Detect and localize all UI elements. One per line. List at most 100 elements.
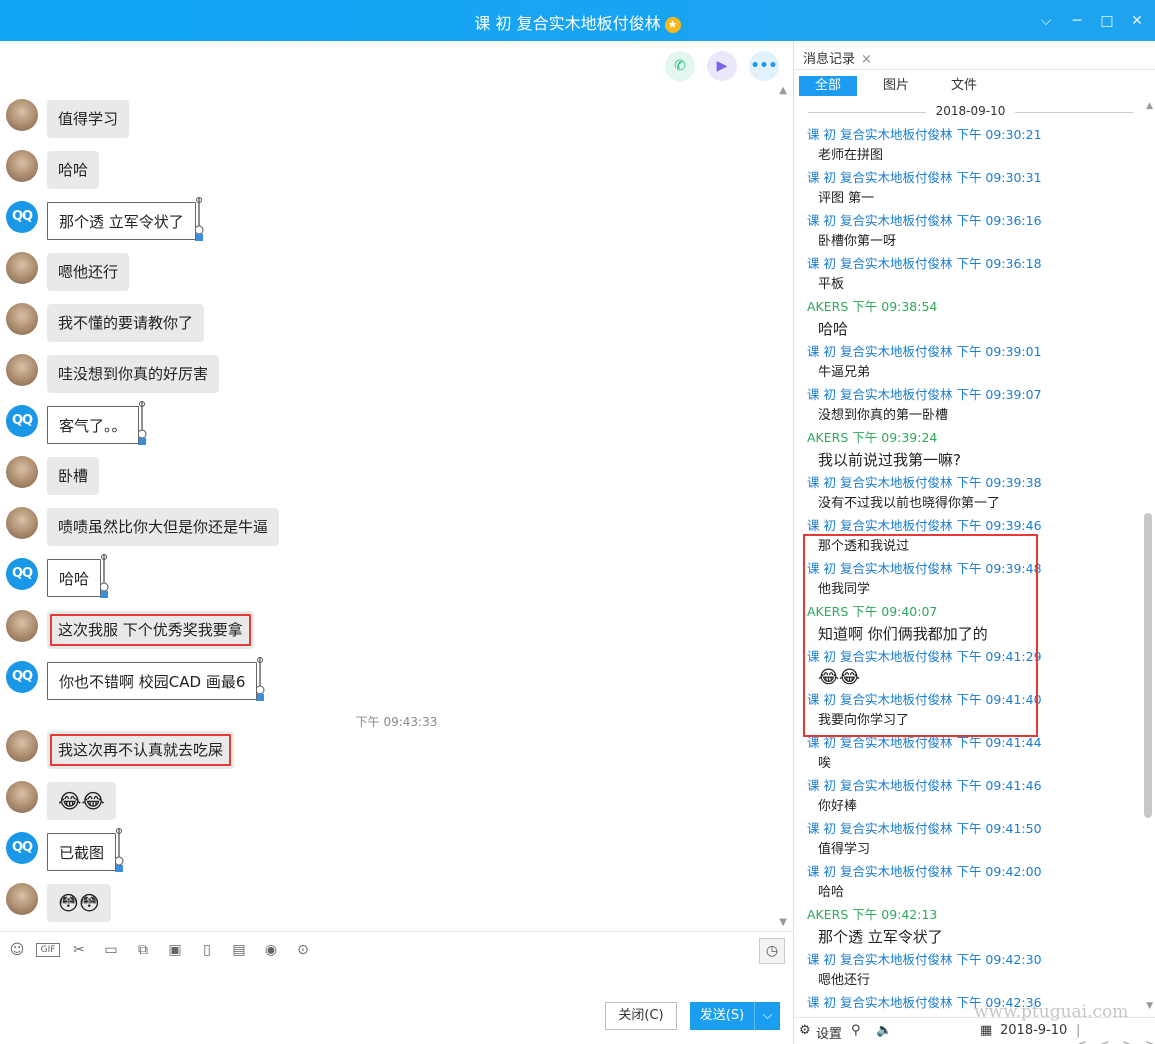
record-sender[interactable]: 课 初 复合实木地板付俊林 bbox=[807, 170, 952, 185]
chat-scroll-down[interactable]: ▼ bbox=[779, 917, 787, 928]
contact-avatar[interactable] bbox=[6, 456, 38, 488]
next-page-icon[interactable]: > bbox=[1122, 1038, 1133, 1044]
scissors-icon[interactable]: ✂ bbox=[66, 939, 92, 961]
close-tab-icon[interactable]: × bbox=[861, 52, 872, 67]
filter-tab[interactable]: 图片 bbox=[867, 76, 925, 96]
message-bubble[interactable]: 我这次再不认真就去吃屎 bbox=[47, 731, 235, 769]
record-header: 课 初 复合实木地板付俊林 下午 09:30:21 bbox=[794, 124, 1139, 145]
record-sender[interactable]: AKERS bbox=[807, 299, 848, 314]
message-row: QQ 那个透 立军令状了 bbox=[6, 197, 208, 242]
record-sender[interactable]: AKERS bbox=[807, 430, 848, 445]
record-sender[interactable]: 课 初 复合实木地板付俊林 bbox=[807, 649, 952, 664]
message-bubble[interactable]: 嗯他还行 bbox=[47, 253, 130, 291]
contact-avatar[interactable] bbox=[6, 354, 38, 386]
message-bubble[interactable]: 卧槽 bbox=[47, 457, 100, 495]
voice-call-button[interactable]: ✆ bbox=[665, 51, 695, 81]
contact-avatar[interactable] bbox=[6, 730, 38, 762]
record-sender[interactable]: 课 初 复合实木地板付俊林 bbox=[807, 778, 952, 793]
message-bubble[interactable]: 这次我服 下个优秀奖我要拿 bbox=[47, 611, 254, 649]
contact-avatar[interactable] bbox=[6, 150, 38, 182]
message-bubble[interactable]: 哇没想到你真的好厉害 bbox=[47, 355, 220, 393]
qq-avatar[interactable]: QQ bbox=[6, 201, 38, 233]
calendar-icon[interactable]: ▦ bbox=[980, 1023, 992, 1038]
last-page-icon[interactable]: >| bbox=[1145, 1038, 1155, 1044]
files-icon[interactable]: ⧉ bbox=[130, 939, 156, 961]
record-sender[interactable]: 课 初 复合实木地板付俊林 bbox=[807, 735, 952, 750]
folder-icon[interactable]: ▭ bbox=[98, 939, 124, 961]
emoji-icon[interactable]: ☺ bbox=[4, 939, 30, 961]
record-sender[interactable]: 课 初 复合实木地板付俊林 bbox=[807, 561, 952, 576]
record-sender[interactable]: AKERS bbox=[807, 907, 848, 922]
message-bubble[interactable]: 啧啧虽然比你大但是你还是牛逼 bbox=[47, 508, 280, 546]
message-bubble[interactable]: 客气了。。 bbox=[47, 406, 139, 444]
record-sender[interactable]: 课 初 复合实木地板付俊林 bbox=[807, 864, 952, 879]
message-bubble[interactable]: 😳😳 bbox=[47, 884, 111, 922]
close-window-button[interactable]: ✕ bbox=[1128, 12, 1146, 30]
tab-message-records[interactable]: 消息记录 × bbox=[803, 48, 872, 67]
contact-avatar[interactable] bbox=[6, 883, 38, 915]
qq-avatar[interactable]: QQ bbox=[6, 832, 38, 864]
message-bubble[interactable]: 😂😂 bbox=[47, 782, 116, 820]
record-text: 没想到你真的第一卧槽 bbox=[818, 408, 949, 423]
qq-avatar[interactable]: QQ bbox=[6, 405, 38, 437]
panel-scroll-up[interactable]: ▲ bbox=[1146, 101, 1153, 111]
message-bubble[interactable]: 我不懂的要请教你了 bbox=[47, 304, 205, 342]
message-bubble[interactable]: 哈哈 bbox=[47, 559, 102, 597]
minimize-button[interactable]: ─ bbox=[1068, 12, 1086, 30]
panel-scrollbar[interactable] bbox=[1144, 513, 1152, 818]
record-sender[interactable]: 课 初 复合实木地板付俊林 bbox=[807, 518, 952, 533]
contact-avatar[interactable] bbox=[6, 252, 38, 284]
prev-page-icon[interactable]: < bbox=[1099, 1038, 1110, 1044]
record-sender[interactable]: 课 初 复合实木地板付俊林 bbox=[807, 952, 952, 967]
qq-avatar[interactable]: QQ bbox=[6, 558, 38, 590]
contact-avatar[interactable] bbox=[6, 781, 38, 813]
dropdown-window-button[interactable]: ⌵ bbox=[1037, 12, 1055, 30]
record-sender[interactable]: AKERS bbox=[807, 604, 848, 619]
more-icon[interactable]: ⊙ bbox=[290, 939, 316, 961]
settings-label[interactable]: 设置 bbox=[816, 1023, 842, 1042]
chat-area[interactable]: ✆ ▶ ••• ▲ 值得学习哈哈 QQ 那个透 立军令状了 嗯他还行我不懂的要请教你了… bbox=[0, 41, 793, 931]
message-bubble[interactable]: 哈哈 bbox=[47, 151, 100, 189]
record-sender[interactable]: 课 初 复合实木地板付俊林 bbox=[807, 387, 952, 402]
message-bubble[interactable]: 那个透 立军令状了 bbox=[47, 202, 196, 240]
filter-tab[interactable]: 全部 bbox=[799, 76, 857, 96]
maximize-button[interactable]: □ bbox=[1098, 12, 1116, 30]
contact-avatar[interactable] bbox=[6, 610, 38, 642]
chat-scroll-up[interactable]: ▲ bbox=[779, 85, 787, 96]
close-button[interactable]: 关闭(C) bbox=[605, 1002, 677, 1030]
calendar-date[interactable]: 2018-9-10 bbox=[1000, 1023, 1067, 1038]
image-icon[interactable]: ▣ bbox=[162, 939, 188, 961]
settings-icon[interactable]: ⚙ bbox=[799, 1023, 811, 1038]
contact-avatar[interactable] bbox=[6, 99, 38, 131]
search-icon[interactable]: ⚲ bbox=[851, 1023, 861, 1038]
video-call-button[interactable]: ▶ bbox=[707, 51, 737, 81]
contact-avatar[interactable] bbox=[6, 507, 38, 539]
record-sender[interactable]: 课 初 复合实木地板付俊林 bbox=[807, 127, 952, 142]
record-sender[interactable]: 课 初 复合实木地板付俊林 bbox=[807, 995, 952, 1010]
send-options-icon[interactable]: ⌵ bbox=[754, 1002, 780, 1030]
gif-icon[interactable]: GIF bbox=[36, 943, 60, 957]
record-header: 课 初 复合实木地板付俊林 下午 09:41:46 bbox=[794, 775, 1139, 796]
contact-avatar[interactable] bbox=[6, 303, 38, 335]
document-icon[interactable]: ▤ bbox=[226, 939, 252, 961]
message-bubble[interactable]: 你也不错啊 校园CAD 画最6 bbox=[47, 662, 258, 700]
filter-tab[interactable]: 文件 bbox=[935, 76, 993, 96]
record-sender[interactable]: 课 初 复合实木地板付俊林 bbox=[807, 692, 952, 707]
message-history-button[interactable]: ◷ bbox=[759, 938, 785, 964]
record-sender[interactable]: 课 初 复合实木地板付俊林 bbox=[807, 344, 952, 359]
qq-avatar[interactable]: QQ bbox=[6, 661, 38, 693]
message-bubble[interactable]: 值得学习 bbox=[47, 100, 130, 138]
sound-icon[interactable]: 🔈 bbox=[876, 1023, 892, 1038]
first-page-icon[interactable]: |< bbox=[1076, 1023, 1087, 1044]
panel-scroll-down[interactable]: ▼ bbox=[1146, 1001, 1153, 1011]
record-sender[interactable]: 课 初 复合实木地板付俊林 bbox=[807, 821, 952, 836]
music-icon[interactable]: ◉ bbox=[258, 939, 284, 961]
record-sender[interactable]: 课 初 复合实木地板付俊林 bbox=[807, 213, 952, 228]
send-button[interactable]: 发送(S) ⌵ bbox=[690, 1002, 780, 1030]
record-sender[interactable]: 课 初 复合实木地板付俊林 bbox=[807, 256, 952, 271]
message-bubble[interactable]: 已截图 bbox=[47, 833, 117, 871]
record-text: 哈哈 bbox=[818, 885, 845, 900]
more-button[interactable]: ••• bbox=[749, 51, 779, 81]
phone-screen-icon[interactable]: ▯ bbox=[194, 939, 220, 961]
record-sender[interactable]: 课 初 复合实木地板付俊林 bbox=[807, 475, 952, 490]
